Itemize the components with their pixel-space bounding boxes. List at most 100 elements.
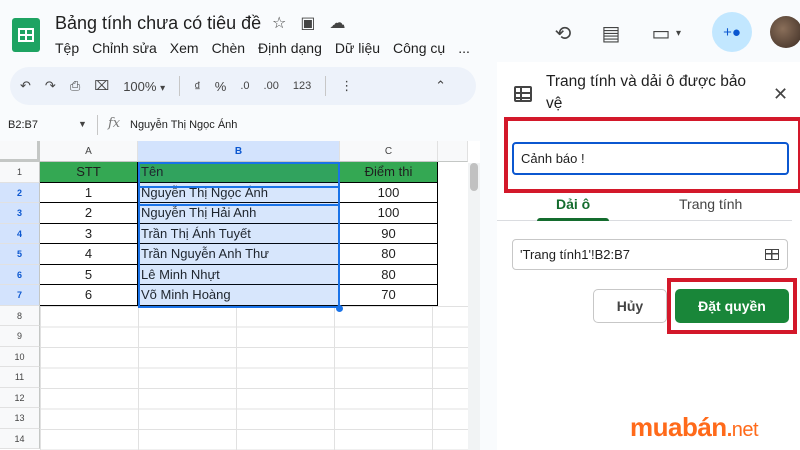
cell-score[interactable]: 70	[340, 285, 438, 306]
sheets-logo[interactable]	[12, 18, 40, 52]
menu-insert[interactable]: Chèn	[212, 40, 245, 56]
column-header-b[interactable]: B	[138, 141, 340, 162]
select-range-icon[interactable]	[765, 249, 779, 260]
row-header[interactable]: 13	[0, 408, 40, 429]
row-header[interactable]: 12	[0, 387, 40, 408]
cell-name[interactable]: Nguyễn Thị Hải Anh	[138, 203, 340, 224]
scrollbar-thumb[interactable]	[470, 163, 478, 191]
row-header[interactable]: 2	[0, 182, 40, 203]
menu-bar: Tệp Chỉnh sửa Xem Chèn Định dạng Dữ liệu…	[55, 40, 470, 56]
cell-stt[interactable]: 5	[40, 264, 138, 285]
vertical-scrollbar[interactable]	[468, 163, 480, 450]
increase-decimal-button[interactable]: .00	[264, 80, 279, 92]
row-header[interactable]: 8	[0, 305, 40, 326]
currency-format-button[interactable]: ₫	[194, 79, 201, 94]
cell-stt[interactable]: 2	[40, 203, 138, 224]
row-header[interactable]: 11	[0, 367, 40, 388]
set-permissions-button[interactable]: Đặt quyền	[675, 289, 789, 323]
range-input[interactable]: 'Trang tính1'!B2:B7	[512, 239, 788, 270]
spreadsheet-grid[interactable]: A B C 1 2 3 4 5 6 7 8 9 10 11 12 13 14 S…	[0, 141, 480, 450]
tab-sheet[interactable]: Trang tính	[679, 196, 742, 212]
fill-handle[interactable]	[336, 305, 343, 312]
table-icon	[514, 86, 532, 102]
header-cell-name[interactable]: Tên	[138, 162, 340, 183]
panel-title: Trang tính và dải ô được bảo vệ	[546, 73, 747, 112]
more-options-icon[interactable]: ⋮	[340, 78, 353, 94]
redo-icon[interactable]: ↷	[45, 78, 56, 94]
cell-name[interactable]: Trần Nguyễn Anh Thư	[138, 244, 340, 265]
row-header[interactable]: 4	[0, 223, 40, 244]
decrease-decimal-button[interactable]: .0	[240, 80, 249, 92]
cell-score[interactable]: 100	[340, 182, 438, 203]
row-header[interactable]: 5	[0, 244, 40, 265]
move-folder-icon[interactable]: ▣	[300, 13, 315, 33]
menu-tools[interactable]: Công cụ	[393, 40, 445, 56]
active-tab-indicator	[537, 218, 609, 221]
tab-range[interactable]: Dải ô	[556, 196, 590, 212]
version-history-icon[interactable]: ⟲	[548, 21, 578, 46]
undo-icon[interactable]: ↶	[20, 78, 31, 94]
cell-stt[interactable]: 6	[40, 285, 138, 306]
cell-name[interactable]: Trần Thị Ánh Tuyết	[138, 223, 340, 244]
column-header-d[interactable]	[438, 141, 468, 162]
column-header-a[interactable]: A	[40, 141, 138, 162]
zoom-select[interactable]: 100% ▾	[123, 79, 165, 94]
comments-icon[interactable]: ▤	[596, 21, 626, 46]
percent-format-button[interactable]: %	[215, 79, 227, 94]
menu-data[interactable]: Dữ liệu	[335, 40, 380, 56]
document-title[interactable]: Bảng tính chưa có tiêu đề	[55, 13, 261, 34]
menu-view[interactable]: Xem	[170, 40, 199, 56]
cell-stt[interactable]: 1	[40, 182, 138, 203]
cell-name[interactable]: Võ Minh Hoàng	[138, 285, 340, 306]
fx-icon: fx	[108, 116, 121, 131]
number-format-button[interactable]: 123	[293, 80, 311, 92]
star-icon[interactable]: ☆	[272, 13, 286, 33]
cell-score[interactable]: 100	[340, 203, 438, 224]
row-header[interactable]: 1	[0, 162, 40, 183]
toolbar: ↶ ↷ ⎙ ⌧ 100% ▾ ₫ % .0 .00 123 ⋮ ⌃	[10, 67, 476, 105]
row-header[interactable]: 14	[0, 428, 40, 449]
row-header[interactable]: 3	[0, 203, 40, 224]
empty-grid-area[interactable]	[40, 305, 468, 450]
zoom-value: 100%	[123, 78, 157, 94]
menu-format[interactable]: Định dạng	[258, 40, 322, 56]
cell-stt[interactable]: 3	[40, 223, 138, 244]
toolbar-divider	[179, 76, 181, 96]
title-icons: ☆ ▣ ☁	[272, 13, 345, 33]
meet-dropdown-icon[interactable]: ▾	[676, 28, 681, 39]
cloud-status-icon[interactable]: ☁	[329, 13, 345, 33]
watermark-net: net	[731, 419, 759, 441]
paint-format-icon[interactable]: ⌧	[94, 78, 109, 94]
menu-file[interactable]: Tệp	[55, 40, 79, 56]
menu-more[interactable]: ...	[458, 40, 470, 56]
name-box[interactable]: B2:B7	[8, 119, 38, 131]
row-header[interactable]: 6	[0, 264, 40, 285]
cancel-button[interactable]: Hủy	[593, 289, 667, 323]
name-box-dropdown-icon[interactable]: ▼	[78, 119, 87, 129]
formula-input[interactable]: Nguyễn Thị Ngọc Ánh	[130, 119, 237, 131]
cell-score[interactable]: 80	[340, 264, 438, 285]
print-icon[interactable]: ⎙	[70, 78, 80, 94]
row-header[interactable]: 9	[0, 326, 40, 347]
cell-name[interactable]: Nguyễn Thị Ngọc Ánh	[138, 182, 340, 203]
row-header[interactable]: 7	[0, 285, 40, 306]
description-input[interactable]: Cảnh báo !	[512, 142, 789, 175]
header-cell-score[interactable]: Điểm thi	[340, 162, 438, 183]
close-icon[interactable]: ✕	[773, 84, 788, 105]
watermark-logo: muabán.net	[630, 412, 759, 443]
sheets-app: Bảng tính chưa có tiêu đề ☆ ▣ ☁ Tệp Chỉn…	[0, 0, 800, 450]
cell-score[interactable]: 90	[340, 223, 438, 244]
chevron-down-icon: ▾	[160, 82, 166, 94]
header-cell-stt[interactable]: STT	[40, 162, 138, 183]
meet-icon[interactable]: ▭	[646, 21, 676, 46]
row-header[interactable]: 10	[0, 346, 40, 367]
column-header-c[interactable]: C	[340, 141, 438, 162]
menu-edit[interactable]: Chỉnh sửa	[92, 40, 157, 56]
avatar[interactable]	[770, 16, 800, 48]
cell-stt[interactable]: 4	[40, 244, 138, 265]
select-all-corner[interactable]	[0, 141, 40, 162]
cell-score[interactable]: 80	[340, 244, 438, 265]
share-button[interactable]: +●	[712, 12, 752, 52]
collapse-toolbar-icon[interactable]: ⌃	[435, 78, 446, 94]
cell-name[interactable]: Lê Minh Nhựt	[138, 264, 340, 285]
